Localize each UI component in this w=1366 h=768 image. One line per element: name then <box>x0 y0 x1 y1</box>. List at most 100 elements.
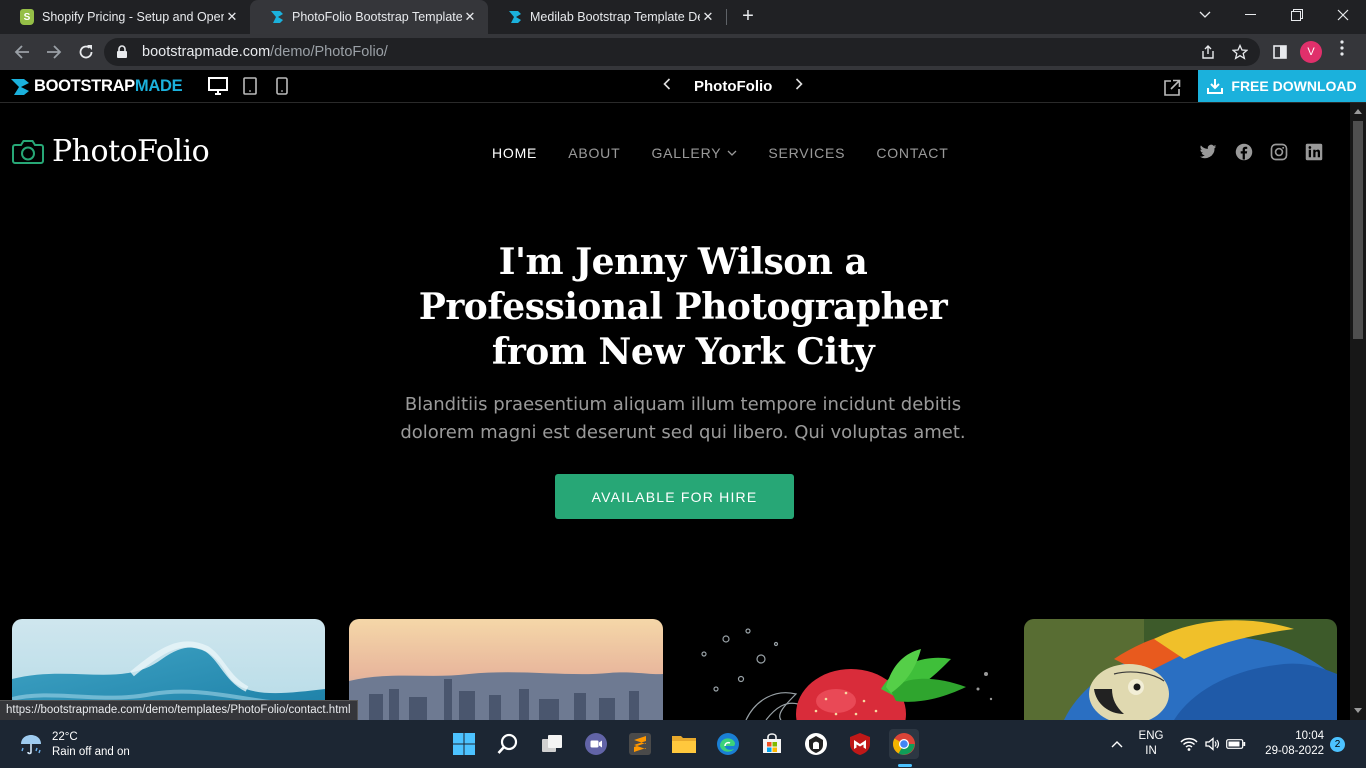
close-window-button[interactable] <box>1320 0 1366 30</box>
hero-highlight-name: Jenny Wilson <box>569 241 839 283</box>
weather-widget[interactable]: 22°C Rain off and on <box>18 730 130 760</box>
tab-search-icon[interactable] <box>1182 0 1228 30</box>
nav-contact[interactable]: CONTACT <box>876 145 948 161</box>
twitter-icon[interactable] <box>1199 143 1217 161</box>
chevron-up-icon <box>1111 741 1123 748</box>
forward-button[interactable] <box>42 40 66 64</box>
github-desktop-button[interactable] <box>801 729 831 759</box>
active-app-indicator <box>898 764 912 767</box>
back-button[interactable] <box>10 40 34 64</box>
side-panel-icon[interactable] <box>1270 42 1290 62</box>
restore-button[interactable] <box>1274 0 1320 30</box>
tab-medilab[interactable]: Medilab Bootstrap Template Dem ✕ <box>488 0 726 34</box>
clock-date: 29-08-2022 <box>1265 745 1324 757</box>
hero-post: a <box>832 241 868 283</box>
folder-icon <box>672 736 696 753</box>
weather-condition: Rain off and on <box>52 746 130 758</box>
bootstrapmade-logo[interactable]: BOOTSTRAP MADE <box>10 77 183 96</box>
shield-app-icon <box>805 733 827 755</box>
nav-home[interactable]: HOME <box>492 145 537 161</box>
profile-avatar[interactable]: V <box>1300 41 1322 63</box>
clock[interactable]: 10:04 29-08-2022 <box>1254 720 1324 768</box>
download-icon <box>1207 79 1224 94</box>
instagram-icon[interactable] <box>1270 143 1288 161</box>
next-template-icon[interactable] <box>792 77 806 95</box>
lock-icon[interactable] <box>116 45 128 59</box>
gallery-item-city[interactable] <box>349 619 663 720</box>
tab-close-icon[interactable]: ✕ <box>700 9 716 25</box>
tab-close-icon[interactable]: ✕ <box>224 9 240 25</box>
desktop-view-icon[interactable] <box>208 77 228 95</box>
gallery-item-parrot[interactable] <box>1024 619 1337 720</box>
notification-badge[interactable]: 2 <box>1330 737 1345 752</box>
start-button[interactable] <box>449 729 479 759</box>
chrome-menu-icon[interactable] <box>1338 40 1346 56</box>
hero-pre: I'm <box>498 241 576 283</box>
site-logo-text: PhotoFolio <box>52 134 210 169</box>
nav-gallery-label: GALLERY <box>651 145 722 161</box>
windows-taskbar: 22°C Rain off and on ENG IN 10:04 29-08-… <box>0 720 1366 768</box>
volume-icon <box>1205 737 1220 751</box>
scroll-down-icon[interactable] <box>1353 707 1363 716</box>
show-hidden-icons-button[interactable] <box>1106 720 1128 768</box>
scroll-up-icon[interactable] <box>1353 107 1363 116</box>
minimize-button[interactable] <box>1228 0 1274 30</box>
template-preview-bar: BOOTSTRAP MADE PhotoFolio FREE DOWNLOAD <box>0 70 1366 103</box>
nav-services[interactable]: SERVICES <box>768 145 845 161</box>
browser-toolbar: bootstrapmade.com/demo/PhotoFolio/ V <box>0 34 1366 70</box>
task-view-icon <box>542 735 562 752</box>
quick-settings-button[interactable] <box>1178 720 1248 768</box>
hero-line-1: I'm Jenny Wilson a <box>383 240 983 285</box>
page-scrollbar[interactable] <box>1350 103 1366 720</box>
share-icon[interactable] <box>1200 44 1216 60</box>
nav-gallery[interactable]: GALLERY <box>651 145 737 161</box>
mcafee-button[interactable] <box>845 729 875 759</box>
url-text[interactable]: bootstrapmade.com/demo/PhotoFolio/ <box>142 44 388 60</box>
teams-chat-button[interactable] <box>581 729 611 759</box>
region-code: IN <box>1145 745 1157 757</box>
task-view-button[interactable] <box>537 729 567 759</box>
search-icon <box>497 733 518 754</box>
new-tab-button[interactable]: + <box>737 6 759 28</box>
hero-line-2: Professional Photographer <box>418 286 948 328</box>
chevron-down-icon <box>727 148 737 159</box>
edge-button[interactable] <box>713 729 743 759</box>
battery-icon <box>1226 739 1246 749</box>
sublime-text-icon <box>629 733 651 755</box>
facebook-icon[interactable] <box>1235 143 1253 161</box>
tab-label: PhotoFolio Bootstrap Template D <box>292 10 462 24</box>
scrollbar-thumb[interactable] <box>1353 121 1363 339</box>
strawberry-splash-photo <box>686 619 999 720</box>
site-logo[interactable]: PhotoFolio <box>12 134 210 169</box>
taskbar-search-button[interactable] <box>493 729 523 759</box>
logo-text-part2: MADE <box>134 77 183 95</box>
free-download-button[interactable]: FREE DOWNLOAD <box>1198 70 1366 102</box>
hero-description: Blanditiis praesentium aliquam illum tem… <box>400 394 966 443</box>
bootstrapmade-logo-icon <box>11 78 29 95</box>
chrome-taskbar-button[interactable] <box>889 729 919 759</box>
file-explorer-button[interactable] <box>669 729 699 759</box>
tab-photofolio[interactable]: PhotoFolio Bootstrap Template D ✕ <box>250 0 488 34</box>
parrot-photo <box>1024 619 1337 720</box>
linkedin-icon[interactable] <box>1305 143 1323 161</box>
mcafee-shield-icon <box>850 733 870 755</box>
weather-text: 22°C Rain off and on <box>52 730 130 760</box>
mobile-view-icon[interactable] <box>272 77 292 95</box>
tablet-view-icon[interactable] <box>240 77 260 95</box>
language-code: ENG <box>1138 730 1164 742</box>
tab-shopify[interactable]: S Shopify Pricing - Setup and Open ✕ <box>0 0 250 34</box>
sublime-text-button[interactable] <box>625 729 655 759</box>
open-external-icon[interactable] <box>1163 79 1181 97</box>
input-language-indicator[interactable]: ENG IN <box>1134 720 1168 768</box>
gallery-item-strawberry[interactable] <box>686 619 999 720</box>
weather-temp: 22°C <box>52 731 78 743</box>
available-for-hire-button[interactable]: AVAILABLE FOR HIRE <box>555 474 794 519</box>
nav-about[interactable]: ABOUT <box>568 145 620 161</box>
microsoft-store-button[interactable] <box>757 729 787 759</box>
reload-button[interactable] <box>74 40 98 64</box>
previous-template-icon[interactable] <box>660 77 674 95</box>
bookmark-star-icon[interactable] <box>1232 44 1248 60</box>
address-bar[interactable]: bootstrapmade.com/demo/PhotoFolio/ <box>104 38 1260 66</box>
umbrella-rain-icon <box>21 735 41 755</box>
tab-close-icon[interactable]: ✕ <box>462 9 478 25</box>
